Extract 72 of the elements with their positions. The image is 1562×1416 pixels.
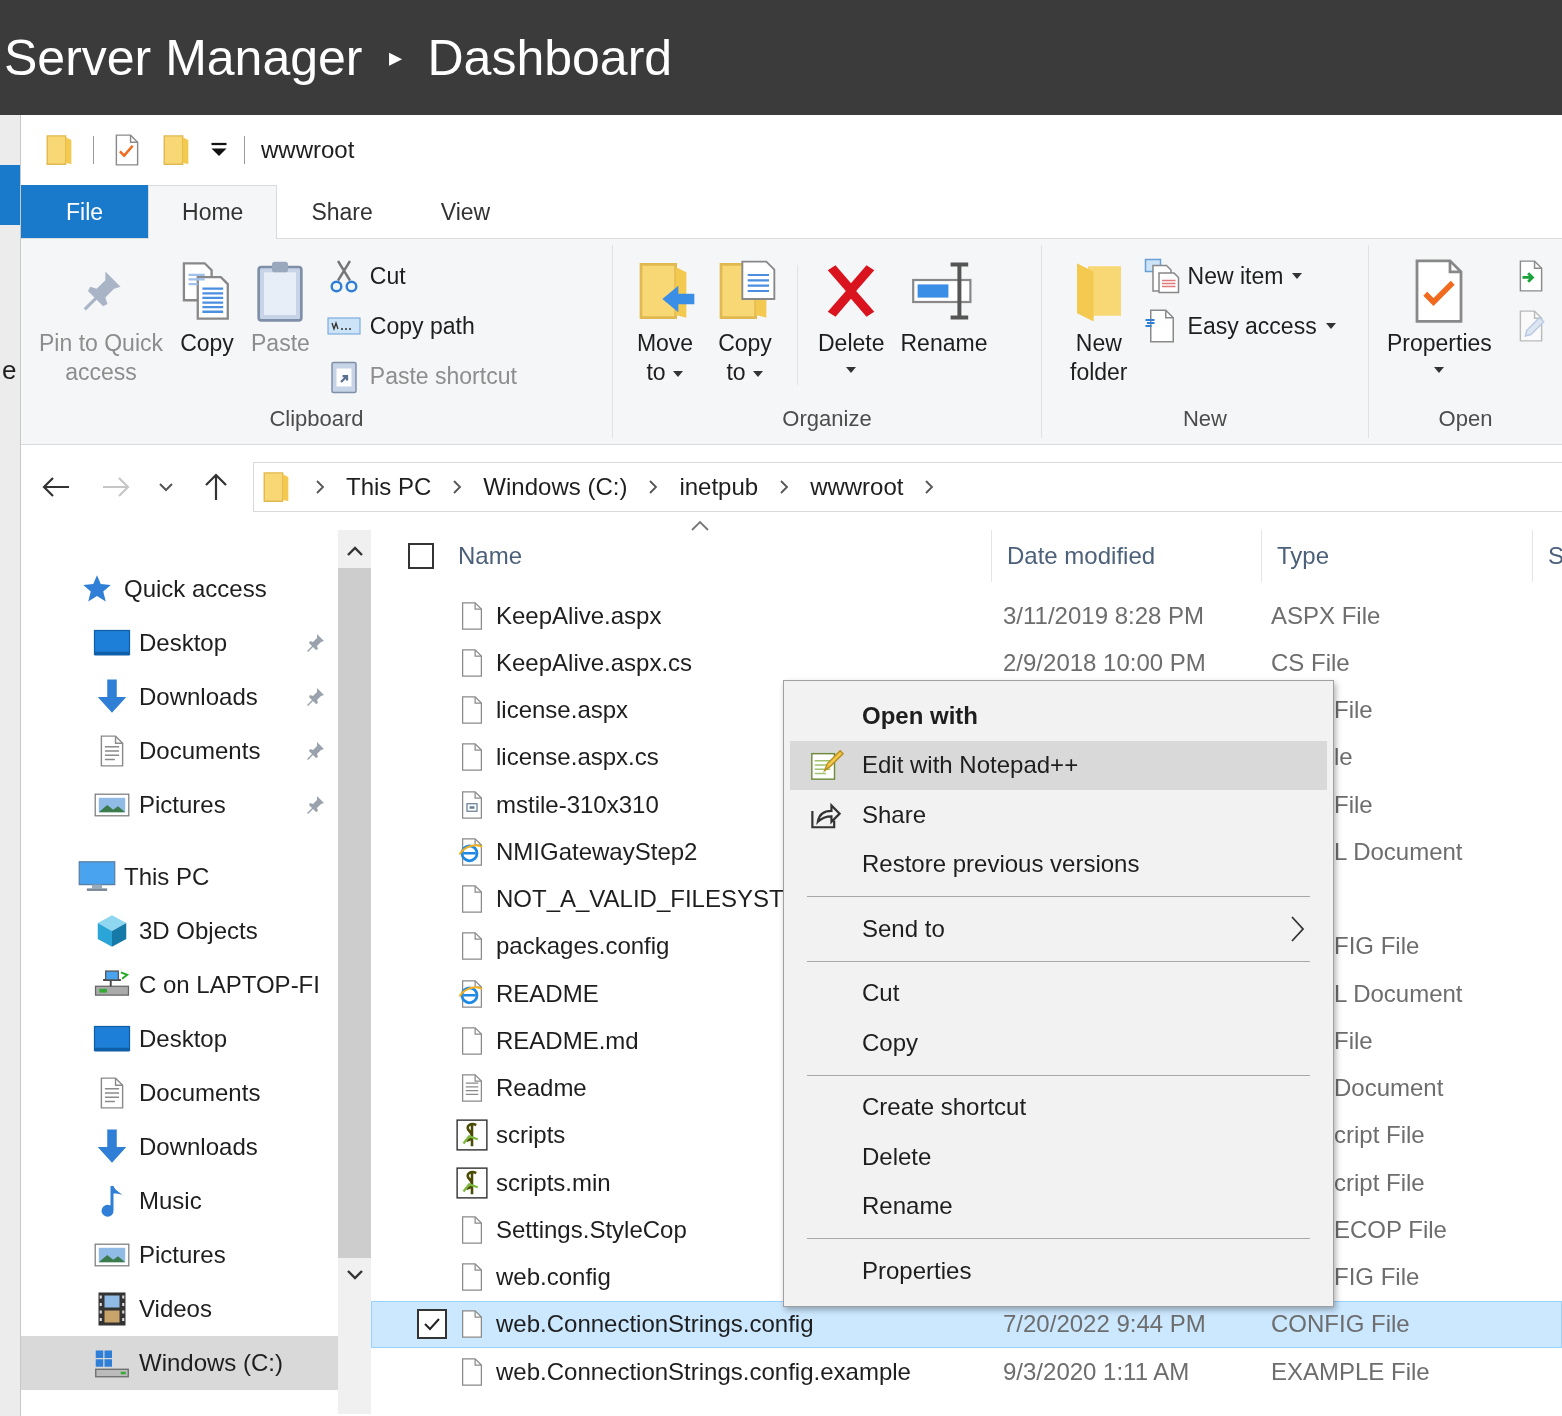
group-label: Open	[1437, 406, 1494, 433]
file-type: ECOP File	[1334, 1215, 1447, 1243]
file-name: scripts.min	[496, 1168, 611, 1196]
file-name: NOT_A_VALID_FILESYST	[496, 885, 784, 913]
menu-label: Properties	[862, 1256, 972, 1285]
nav-label: Desktop	[139, 1025, 228, 1053]
nav-label: Pictures	[139, 791, 226, 819]
group-label: New	[1182, 406, 1228, 433]
file-name: scripts	[496, 1121, 566, 1149]
file-type: Document	[1334, 1074, 1444, 1102]
group-label: Organize	[781, 406, 873, 433]
nav-label: Documents	[139, 737, 261, 765]
page-title: Dashboard	[427, 28, 673, 87]
file-name: license.aspx	[496, 696, 629, 724]
menu-label: Rename	[862, 1192, 953, 1221]
file-name: packages.config	[496, 932, 670, 960]
breadcrumb-separator: ▸	[388, 42, 402, 73]
menu-label: Restore previous versions	[862, 850, 1140, 879]
file-type: ASPX File	[1271, 601, 1381, 629]
file-name: Settings.StyleCop	[496, 1215, 687, 1243]
window-title: wwwroot	[261, 136, 355, 164]
menu-label: Share	[862, 800, 927, 829]
file-name: KeepAlive.aspx.cs	[496, 648, 693, 676]
nav-label: Downloads	[139, 683, 258, 711]
file-type: File	[1334, 696, 1373, 724]
nav-label: Quick access	[124, 575, 267, 603]
file-type: FIG File	[1334, 932, 1420, 960]
file-type: File	[1334, 790, 1373, 818]
file-name: license.aspx.cs	[496, 743, 659, 771]
file-type: CONFIG File	[1271, 1310, 1410, 1338]
nav-label: Windows (C:)	[139, 1349, 283, 1377]
file-type: cript File	[1334, 1121, 1425, 1149]
nav-label: Pictures	[139, 1241, 226, 1269]
nav-label: Music	[139, 1187, 202, 1215]
file-name: Readme	[496, 1074, 587, 1102]
nav-label: This PC	[124, 863, 210, 891]
menu-label: Send to	[862, 914, 945, 943]
date-modified: 2/9/2018 10:00 PM	[1003, 648, 1206, 676]
file-type: L Document	[1334, 979, 1463, 1007]
file-name: NMIGatewayStep2	[496, 837, 698, 865]
file-type: le	[1334, 743, 1353, 771]
menu-label: Edit with Notepad++	[862, 751, 1079, 780]
date-modified: 9/3/2020 1:11 AM	[1003, 1357, 1190, 1385]
nav-label: Desktop	[139, 629, 228, 657]
nav-label: 3D Objects	[139, 917, 258, 945]
file-name: README	[496, 979, 599, 1007]
menu-label: Delete	[862, 1142, 932, 1171]
group-label: Clipboard	[268, 406, 365, 433]
file-type: EXAMPLE File	[1271, 1357, 1430, 1385]
background-text: e	[2, 355, 18, 386]
menu-label: Create shortcut	[862, 1093, 1027, 1122]
nav-label: Videos	[139, 1295, 212, 1323]
file-type: L Document	[1334, 837, 1463, 865]
file-name: mstile-310x310	[496, 790, 659, 818]
file-type: CS File	[1271, 648, 1350, 676]
menu-label: Open with	[862, 701, 978, 730]
menu-label: Copy	[862, 1028, 919, 1057]
file-name: KeepAlive.aspx	[496, 601, 662, 629]
file-name: web.ConnectionStrings.config	[496, 1310, 814, 1338]
file-name: web.ConnectionStrings.config.example	[496, 1357, 911, 1385]
file-name: README.md	[496, 1026, 639, 1054]
date-modified: 7/20/2022 9:44 PM	[1003, 1310, 1206, 1338]
file-type: FIG File	[1334, 1263, 1420, 1291]
file-type: cript File	[1334, 1168, 1425, 1196]
nav-label: Downloads	[139, 1133, 258, 1161]
date-modified: 3/11/2019 8:28 PM	[1003, 601, 1205, 629]
file-type: File	[1334, 1026, 1373, 1054]
file-name: web.config	[496, 1263, 611, 1291]
menu-label: Cut	[862, 979, 900, 1008]
app-title: Server Manager	[4, 28, 363, 87]
nav-label: C on LAPTOP-FI	[139, 971, 320, 999]
nav-label: Documents	[139, 1079, 261, 1107]
